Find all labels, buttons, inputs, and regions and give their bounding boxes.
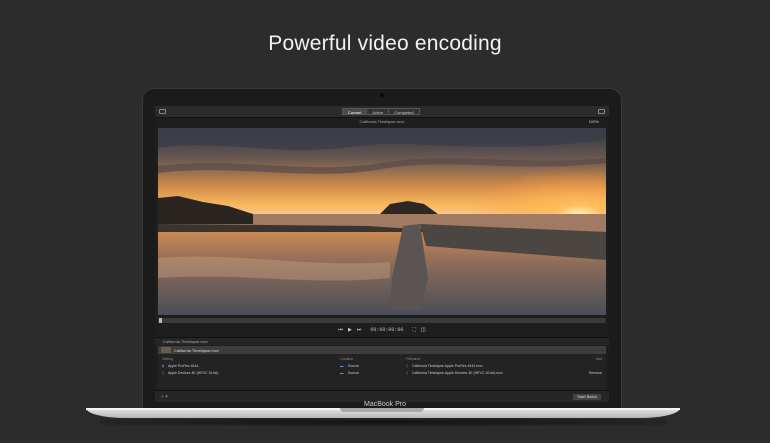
toolbar: Current Active Completed bbox=[155, 106, 609, 118]
tab-completed[interactable]: Completed bbox=[388, 108, 420, 115]
start-batch-button[interactable]: Start Batch bbox=[573, 394, 601, 400]
viewer-titlebar: California Timelapse.mov 100% bbox=[155, 118, 609, 126]
table-row[interactable]: ▯ Apple Devices 4K (HEVC 10-bit) ▬ Sourc… bbox=[158, 371, 606, 377]
file-icon: ▮ bbox=[162, 364, 164, 368]
folder-icon: ▬ bbox=[340, 371, 344, 375]
add-setting-button[interactable]: Add bbox=[596, 357, 602, 361]
batch-item-header[interactable]: California Timelapse.mov bbox=[158, 346, 606, 354]
sidebar-icon[interactable] bbox=[159, 109, 166, 114]
batch-item-name: California Timelapse.mov bbox=[174, 348, 219, 353]
play-icon[interactable]: ▶ bbox=[348, 327, 352, 333]
transport-controls: ⏮ ▶ ⏭ 00:00:00:00 ⛶ ◫ bbox=[155, 326, 609, 334]
laptop-notch bbox=[340, 408, 424, 412]
share-icon[interactable] bbox=[598, 109, 605, 114]
zoom-select[interactable]: 100% bbox=[589, 119, 599, 124]
timecode: 00:00:00:00 bbox=[370, 327, 404, 333]
skip-forward-icon[interactable]: ⏭ bbox=[357, 327, 362, 333]
row-location[interactable]: Source bbox=[348, 371, 359, 375]
batch-item-thumbnail bbox=[161, 347, 171, 353]
settings-columns: Setting Location Filename Add bbox=[158, 357, 606, 362]
app-screen: Current Active Completed California Time… bbox=[155, 106, 609, 402]
row-setting: Apple ProRes 4444 bbox=[168, 364, 199, 368]
add-icon[interactable]: + ▾ bbox=[161, 394, 168, 400]
video-frame bbox=[158, 128, 606, 315]
table-row[interactable]: ▮ Apple ProRes 4444 ▬ Source ▯ Californi… bbox=[158, 364, 606, 370]
headline: Powerful video encoding bbox=[268, 32, 502, 55]
fullscreen-icon[interactable]: ⛶ bbox=[412, 327, 416, 333]
row-filename[interactable]: California Timelapse-Apple Devices 4K (H… bbox=[412, 371, 503, 375]
remove-button[interactable]: Remove bbox=[589, 371, 602, 375]
laptop-brand: MacBook Pro bbox=[363, 401, 407, 408]
skip-back-icon[interactable]: ⏮ bbox=[338, 327, 343, 333]
file-icon: ▯ bbox=[406, 364, 408, 368]
tab-active[interactable]: Active bbox=[366, 108, 390, 115]
tab-current[interactable]: Current bbox=[342, 108, 368, 115]
timeline-scrubber[interactable] bbox=[158, 318, 606, 323]
column-filename: Filename bbox=[406, 357, 421, 361]
video-viewer[interactable] bbox=[158, 128, 606, 315]
audio-icon[interactable]: ◫ bbox=[421, 327, 426, 333]
source-bar: California Timelapse.mov bbox=[155, 337, 609, 345]
source-name: California Timelapse.mov bbox=[163, 339, 208, 344]
laptop-lid: Current Active Completed California Time… bbox=[142, 88, 622, 410]
device-icon: ▯ bbox=[162, 371, 164, 375]
camera-icon bbox=[380, 93, 384, 97]
file-title: California Timelapse.mov bbox=[359, 119, 405, 124]
column-location: Location bbox=[340, 357, 354, 361]
playhead[interactable] bbox=[159, 318, 162, 323]
laptop-shadow bbox=[100, 418, 666, 426]
row-setting: Apple Devices 4K (HEVC 10-bit) bbox=[168, 371, 219, 375]
folder-icon: ▬ bbox=[340, 364, 344, 368]
file-icon: ▯ bbox=[406, 371, 408, 375]
view-segmented-control: Current Active Completed bbox=[342, 108, 420, 115]
row-filename[interactable]: California Timelapse-Apple ProRes 4444.m… bbox=[412, 364, 483, 368]
column-setting: Setting bbox=[162, 357, 173, 361]
row-location[interactable]: Source bbox=[348, 364, 359, 368]
